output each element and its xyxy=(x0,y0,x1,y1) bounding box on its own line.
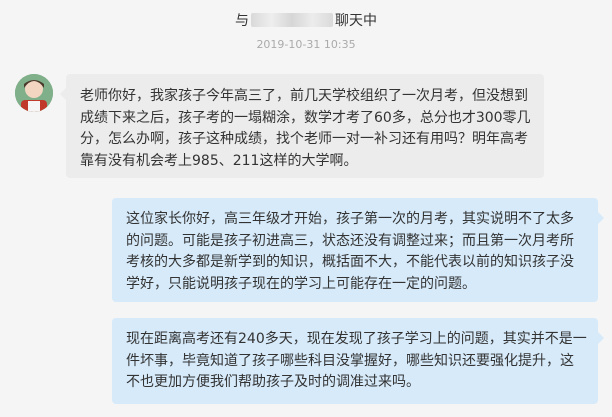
message-bubble-teacher-2: 现在距离高考还有240多天，现在发现了孩子学习上的问题，其实并不是一 件坏事，毕… xyxy=(112,318,604,404)
avatar-illustration-icon xyxy=(15,74,53,112)
message-line: 的问题。可能是孩子初进高三，状态还没有调整过来；而且第一次月考所 xyxy=(126,232,574,249)
message-bubble-teacher-1: 这位家长你好，高三年级才开始，孩子第一次的月考，其实说明不了太多 的问题。可能是… xyxy=(112,198,604,302)
message-line: 这位家长你好，高三年级才开始，孩子第一次的月考，其实说明不了太多 xyxy=(126,211,574,227)
blurred-contact-name xyxy=(251,13,333,27)
chat-header: 与 聊天中 xyxy=(0,0,612,40)
message-line: 老师你好，我家孩子今年高三了，前几天学校组织了一次月考，但没想到 xyxy=(80,88,528,104)
message-line: 不也更加方便我们帮助孩子及时的调准过来吗。 xyxy=(126,374,420,390)
message-line: 现在距离高考还有240多天，现在发现了孩子学习上的问题，其实并不是一 xyxy=(126,331,587,347)
chat-header-prefix: 与 xyxy=(235,13,249,29)
message-line: 考核的大多都是新学到的知识，概括面不大，不能代表以前的知识孩子没 xyxy=(126,254,574,270)
message-timestamp: 2019-10-31 10:35 xyxy=(256,38,356,50)
message-line: 学好，只能说明孩子现在的学习上可能存在一定的问题。 xyxy=(126,275,476,292)
message-line: 成绩下来之后，孩子考的一塌糊涂，数学才考了60多，总分也才300零几 xyxy=(80,109,531,126)
message-line: 靠有没有机会考上985、211这样的大学啊。 xyxy=(80,152,358,169)
chat-header-suffix: 聊天中 xyxy=(335,13,377,29)
message-bubble-parent: 老师你好，我家孩子今年高三了，前几天学校组织了一次月考，但没想到 成绩下来之后，… xyxy=(60,74,544,178)
message-line: 分，怎么办啊，孩子这种成绩，找个老师一对一补习还有用吗？明年高考 xyxy=(80,131,528,147)
parent-avatar[interactable] xyxy=(15,74,53,112)
message-line: 件坏事，毕竟知道了孩子哪些科目没掌握好，哪些知识还要强化提升，这 xyxy=(126,352,574,369)
